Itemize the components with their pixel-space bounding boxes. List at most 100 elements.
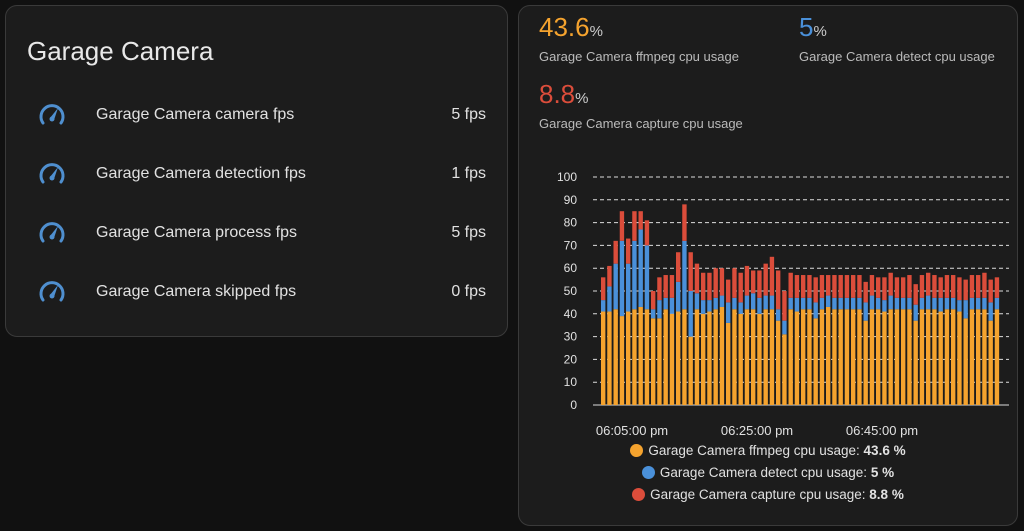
bar-segment-ffmpeg[interactable] <box>851 309 856 405</box>
bar-segment-detect[interactable] <box>944 297 950 310</box>
bar-segment-capture[interactable] <box>701 272 706 301</box>
bar-segment-capture[interactable] <box>632 211 637 241</box>
bar-segment-ffmpeg[interactable] <box>782 334 787 405</box>
bar-segment-ffmpeg[interactable] <box>794 311 800 405</box>
bar-segment-ffmpeg[interactable] <box>644 309 650 405</box>
bar-segment-detect[interactable] <box>707 300 712 312</box>
bar-segment-detect[interactable] <box>863 302 868 321</box>
bar-segment-ffmpeg[interactable] <box>776 320 781 405</box>
bar-segment-ffmpeg[interactable] <box>844 309 850 405</box>
bar-segment-ffmpeg[interactable] <box>694 309 700 405</box>
bar-segment-capture[interactable] <box>876 277 881 298</box>
bar-segment-detect[interactable] <box>726 302 731 323</box>
bar-segment-ffmpeg[interactable] <box>982 309 987 405</box>
bar-segment-capture[interactable] <box>707 272 712 301</box>
bar-segment-capture[interactable] <box>744 265 750 296</box>
bar-segment-detect[interactable] <box>976 297 981 310</box>
bar-segment-detect[interactable] <box>888 295 893 310</box>
bar-segment-capture[interactable] <box>894 277 900 298</box>
bar-segment-capture[interactable] <box>688 252 693 291</box>
bar-segment-ffmpeg[interactable] <box>663 309 668 405</box>
bar-segment-ffmpeg[interactable] <box>919 309 925 405</box>
bar-segment-detect[interactable] <box>938 297 943 312</box>
bar-segment-capture[interactable] <box>669 275 675 298</box>
bar-segment-ffmpeg[interactable] <box>938 311 943 405</box>
bar-segment-capture[interactable] <box>644 220 650 246</box>
bar-segment-ffmpeg[interactable] <box>619 316 625 405</box>
bar-segment-capture[interactable] <box>819 275 825 298</box>
bar-segment-ffmpeg[interactable] <box>969 309 975 405</box>
bar-segment-detect[interactable] <box>769 295 775 310</box>
bar-segment-ffmpeg[interactable] <box>601 311 606 405</box>
bar-segment-capture[interactable] <box>832 275 837 298</box>
bar-segment-ffmpeg[interactable] <box>713 309 718 405</box>
bar-segment-ffmpeg[interactable] <box>857 309 862 405</box>
bar-segment-ffmpeg[interactable] <box>963 318 968 405</box>
stat-ffmpeg[interactable]: 43.6% Garage Camera ffmpeg cpu usage <box>539 12 739 64</box>
bar-segment-detect[interactable] <box>669 297 675 314</box>
bar-segment-capture[interactable] <box>713 268 718 298</box>
bar-segment-detect[interactable] <box>844 297 850 310</box>
bar-segment-capture[interactable] <box>944 275 950 298</box>
bar-segment-detect[interactable] <box>832 297 837 310</box>
bar-segment-capture[interactable] <box>682 204 687 241</box>
bar-segment-capture[interactable] <box>838 275 843 298</box>
bar-segment-capture[interactable] <box>901 277 906 298</box>
bar-segment-detect[interactable] <box>638 229 643 307</box>
bar-segment-ffmpeg[interactable] <box>826 306 831 405</box>
bar-segment-detect[interactable] <box>788 297 793 310</box>
bar-segment-ffmpeg[interactable] <box>688 336 693 405</box>
bar-segment-capture[interactable] <box>719 268 725 296</box>
bar-segment-detect[interactable] <box>801 297 806 310</box>
entity-row[interactable]: Garage Camera camera fps 5 fps <box>6 95 507 135</box>
bar-segment-ffmpeg[interactable] <box>651 318 656 405</box>
bar-segment-detect[interactable] <box>613 263 618 310</box>
bar-segment-ffmpeg[interactable] <box>944 309 950 405</box>
bar-segment-capture[interactable] <box>932 275 937 298</box>
bar-segment-capture[interactable] <box>757 270 762 298</box>
bar-segment-capture[interactable] <box>863 281 868 303</box>
bar-segment-detect[interactable] <box>894 297 900 310</box>
bar-segment-detect[interactable] <box>601 300 606 312</box>
bar-segment-capture[interactable] <box>988 279 993 303</box>
entity-row[interactable]: Garage Camera skipped fps 0 fps <box>6 272 507 312</box>
bar-segment-ffmpeg[interactable] <box>751 309 756 405</box>
bar-segment-ffmpeg[interactable] <box>763 309 768 405</box>
bar-segment-ffmpeg[interactable] <box>632 309 637 405</box>
bar-segment-detect[interactable] <box>932 297 937 310</box>
bar-segment-ffmpeg[interactable] <box>932 309 937 405</box>
bar-segment-detect[interactable] <box>644 245 650 310</box>
stat-detect[interactable]: 5% Garage Camera detect cpu usage <box>799 12 995 64</box>
bar-segment-capture[interactable] <box>638 211 643 230</box>
bar-segment-capture[interactable] <box>776 270 781 310</box>
bar-segment-ffmpeg[interactable] <box>669 313 675 405</box>
bar-segment-detect[interactable] <box>619 240 625 317</box>
bar-segment-ffmpeg[interactable] <box>988 320 993 405</box>
bar-segment-ffmpeg[interactable] <box>907 309 912 405</box>
bar-segment-detect[interactable] <box>838 297 843 310</box>
bar-segment-ffmpeg[interactable] <box>738 313 743 405</box>
bar-segment-detect[interactable] <box>807 297 812 310</box>
bar-segment-capture[interactable] <box>857 275 862 298</box>
bar-segment-detect[interactable] <box>607 286 612 312</box>
bar-segment-capture[interactable] <box>801 275 806 298</box>
bar-segment-ffmpeg[interactable] <box>926 309 931 405</box>
bar-segment-ffmpeg[interactable] <box>788 309 793 405</box>
bar-segment-ffmpeg[interactable] <box>707 311 712 405</box>
bar-segment-detect[interactable] <box>907 297 912 310</box>
bar-segment-detect[interactable] <box>688 291 693 337</box>
bar-segment-capture[interactable] <box>607 265 612 287</box>
bar-segment-ffmpeg[interactable] <box>863 320 868 405</box>
bar-segment-detect[interactable] <box>776 309 781 321</box>
bar-segment-detect[interactable] <box>626 263 631 312</box>
bar-segment-ffmpeg[interactable] <box>813 318 818 405</box>
bar-segment-capture[interactable] <box>694 263 700 294</box>
bar-segment-capture[interactable] <box>882 277 887 301</box>
bar-segment-detect[interactable] <box>951 297 956 310</box>
bar-segment-ffmpeg[interactable] <box>613 309 618 405</box>
bar-segment-detect[interactable] <box>876 297 881 310</box>
bar-segment-capture[interactable] <box>651 291 656 310</box>
bar-segment-ffmpeg[interactable] <box>869 309 875 405</box>
bar-segment-ffmpeg[interactable] <box>607 311 612 405</box>
bar-segment-ffmpeg[interactable] <box>951 309 956 405</box>
